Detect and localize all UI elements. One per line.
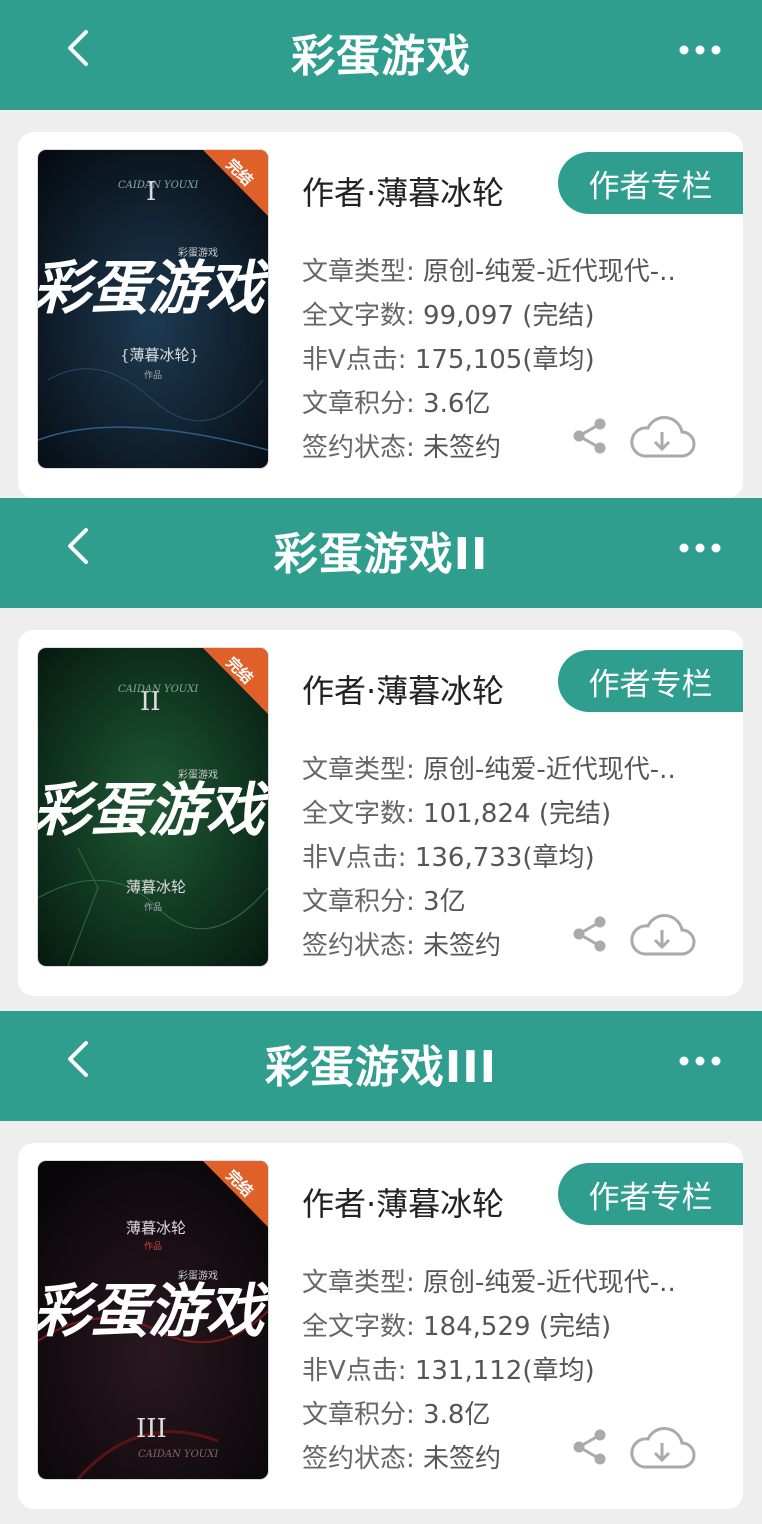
book-cover[interactable]: 薄暮冰轮 作品 彩蛋游戏 彩蛋游戏 III CAIDAN YOUXI 完结 bbox=[38, 1161, 268, 1479]
download-button[interactable] bbox=[628, 912, 696, 960]
author-column-button[interactable]: 作者专栏 bbox=[558, 650, 743, 712]
cover-author: {薄暮冰轮} bbox=[120, 346, 199, 364]
cover-latin: CAIDAN YOUXI bbox=[118, 180, 199, 191]
cover-latin: CAIDAN YOUXI bbox=[118, 684, 199, 695]
cover-title: 彩蛋游戏 bbox=[38, 776, 268, 844]
author-name: 作者·薄暮冰轮 bbox=[302, 174, 505, 212]
page-title: 彩蛋游戏III bbox=[264, 1042, 498, 1093]
more-dots-icon bbox=[679, 1056, 721, 1066]
info-row-clicks: 非V点击: 131,112(章均) bbox=[302, 1356, 595, 1386]
nav-header: 彩蛋游戏II bbox=[0, 498, 762, 608]
book-panel-3: 彩蛋游戏III 薄暮冰轮 作品 彩蛋游戏 彩蛋游戏 III CAIDAN YOU… bbox=[0, 1011, 762, 1524]
page-title: 彩蛋游戏 bbox=[291, 31, 471, 82]
info-row-clicks: 非V点击: 136,733(章均) bbox=[302, 843, 595, 873]
nav-header: 彩蛋游戏 bbox=[0, 0, 762, 110]
info-row-type: 文章类型: 原创-纯爱-近代现代-.. bbox=[302, 1268, 676, 1298]
cover-work-tag: 作品 bbox=[144, 1240, 162, 1252]
share-icon bbox=[573, 916, 606, 952]
cloud-download-icon bbox=[630, 914, 696, 956]
author-name: 作者·薄暮冰轮 bbox=[302, 672, 505, 710]
cloud-download-icon bbox=[630, 1427, 696, 1469]
info-row-clicks: 非V点击: 175,105(章均) bbox=[302, 345, 595, 375]
more-button[interactable] bbox=[678, 1041, 722, 1081]
cover-author: 薄暮冰轮 bbox=[126, 878, 186, 896]
more-button[interactable] bbox=[678, 30, 722, 70]
info-row-word-count: 全文字数: 101,824 (完结) bbox=[302, 799, 612, 829]
book-card[interactable]: I CAIDAN YOUXI 彩蛋游戏 彩蛋游戏 {薄暮冰轮} 作品 完结 作者… bbox=[18, 132, 743, 498]
cover-title: 彩蛋游戏 bbox=[38, 254, 268, 322]
cover-numeral: III bbox=[136, 1414, 167, 1444]
share-button[interactable] bbox=[570, 416, 610, 456]
info-row-word-count: 全文字数: 184,529 (完结) bbox=[302, 1312, 612, 1342]
book-cover[interactable]: I CAIDAN YOUXI 彩蛋游戏 彩蛋游戏 {薄暮冰轮} 作品 完结 bbox=[38, 150, 268, 468]
download-button[interactable] bbox=[628, 1425, 696, 1473]
share-button[interactable] bbox=[570, 914, 610, 954]
book-panel-2: 彩蛋游戏II II CAIDAN YOUXI 彩蛋游戏 彩蛋游戏 薄暮冰轮 作品… bbox=[0, 498, 762, 1011]
info-row-type: 文章类型: 原创-纯爱-近代现代-.. bbox=[302, 257, 676, 287]
more-button[interactable] bbox=[678, 528, 722, 568]
cover-work-tag: 作品 bbox=[144, 369, 162, 381]
share-button[interactable] bbox=[570, 1427, 610, 1467]
cloud-download-icon bbox=[630, 416, 696, 458]
page-title: 彩蛋游戏II bbox=[273, 529, 489, 580]
book-panel-1: 彩蛋游戏 I CAIDAN YOUXI 彩蛋游戏 彩蛋游戏 {薄暮冰轮} 作品 … bbox=[0, 0, 762, 498]
more-dots-icon bbox=[679, 543, 721, 553]
cover-work-tag: 作品 bbox=[144, 901, 162, 913]
book-card[interactable]: II CAIDAN YOUXI 彩蛋游戏 彩蛋游戏 薄暮冰轮 作品 完结 作者·… bbox=[18, 630, 743, 996]
book-cover[interactable]: II CAIDAN YOUXI 彩蛋游戏 彩蛋游戏 薄暮冰轮 作品 完结 bbox=[38, 648, 268, 966]
share-icon bbox=[573, 1429, 606, 1465]
author-column-button[interactable]: 作者专栏 bbox=[558, 152, 743, 214]
share-icon bbox=[573, 418, 606, 454]
more-dots-icon bbox=[679, 45, 721, 55]
cover-author: 薄暮冰轮 bbox=[126, 1219, 186, 1237]
author-name: 作者·薄暮冰轮 bbox=[302, 1185, 505, 1223]
cover-latin: CAIDAN YOUXI bbox=[138, 1449, 219, 1460]
cover-title: 彩蛋游戏 bbox=[38, 1277, 268, 1345]
nav-header: 彩蛋游戏III bbox=[0, 1011, 762, 1121]
author-column-button[interactable]: 作者专栏 bbox=[558, 1163, 743, 1225]
book-card[interactable]: 薄暮冰轮 作品 彩蛋游戏 彩蛋游戏 III CAIDAN YOUXI 完结 作者… bbox=[18, 1143, 743, 1509]
download-button[interactable] bbox=[628, 414, 696, 462]
info-row-type: 文章类型: 原创-纯爱-近代现代-.. bbox=[302, 755, 676, 785]
info-row-word-count: 全文字数: 99,097 (完结) bbox=[302, 301, 595, 331]
